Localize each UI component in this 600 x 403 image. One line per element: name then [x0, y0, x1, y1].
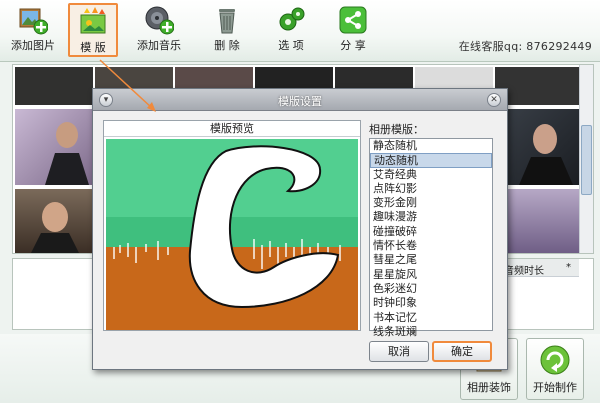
template-list-item[interactable]: 变形金刚: [370, 196, 492, 210]
trash-icon: [212, 5, 242, 35]
dialog-title: 模版设置: [278, 95, 322, 108]
add-picture-button[interactable]: 添加图片: [8, 3, 58, 57]
template-preview-canvas: [106, 139, 358, 330]
thumbnail-scrollbar[interactable]: [579, 65, 593, 253]
album-templates-list[interactable]: 静态随机 动态随机 艾奇经典 点阵幻影 变形金刚 趣味漫游 碰撞破碎 情怀长卷 彗星之尾 星星旋风…: [369, 138, 493, 338]
album-decoration-label: 相册装饰: [467, 381, 511, 394]
template-list-item[interactable]: 色彩迷幻: [370, 282, 492, 296]
cancel-button[interactable]: 取消: [369, 341, 429, 362]
options-label: 选 项: [278, 39, 304, 52]
photo-thumbnail[interactable]: [15, 67, 93, 105]
gear-icon: [276, 5, 306, 35]
share-button[interactable]: 分 享: [328, 3, 378, 57]
template-list-item[interactable]: 彗星之尾: [370, 253, 492, 267]
template-list-item[interactable]: 动态随机: [370, 153, 492, 168]
main-toolbar: 添加图片 模 版 添加音乐 删 除 选 项 分 享 在线客服qq: 876292…: [0, 0, 600, 62]
ok-button[interactable]: 确定: [432, 341, 492, 362]
template-label: 模 版: [80, 41, 106, 54]
template-icon: [78, 7, 108, 37]
dialog-title-bar[interactable]: ▾ 模版设置 ✕: [93, 89, 507, 111]
scrollbar-thumb[interactable]: [581, 125, 592, 195]
start-making-label: 开始制作: [533, 381, 577, 394]
template-list-item[interactable]: 趣味漫游: [370, 210, 492, 224]
template-list-item[interactable]: 艾奇经典: [370, 168, 492, 182]
template-list-item[interactable]: 线条斑斓: [370, 325, 492, 339]
add-picture-icon: [18, 5, 49, 35]
album-templates-label: 相册模版：: [369, 123, 424, 136]
refresh-arrow-icon: [538, 343, 572, 377]
share-icon: [338, 5, 368, 35]
close-icon[interactable]: ✕: [487, 93, 501, 107]
template-list-item[interactable]: 静态随机: [370, 139, 492, 153]
add-music-button[interactable]: 添加音乐: [134, 3, 184, 57]
add-picture-label: 添加图片: [11, 39, 55, 52]
share-label: 分 享: [340, 39, 366, 52]
delete-label: 删 除: [214, 39, 240, 52]
star-column-header[interactable]: *: [566, 262, 571, 273]
add-music-label: 添加音乐: [137, 39, 181, 52]
add-music-icon: [144, 5, 175, 35]
template-preview-panel: 模版预览: [103, 120, 361, 331]
delete-button[interactable]: 删 除: [202, 3, 252, 57]
photo-thumbnail[interactable]: [15, 109, 93, 185]
options-button[interactable]: 选 项: [266, 3, 316, 57]
music-list-header: 音频时长 *: [499, 259, 579, 277]
template-list-item[interactable]: 点阵幻影: [370, 182, 492, 196]
photo-thumbnail[interactable]: [15, 189, 93, 253]
template-preview-caption: 模版预览: [104, 121, 360, 137]
online-support-qq: 在线客服qq: 876292449: [458, 40, 592, 53]
template-list-item[interactable]: 时钟印象: [370, 296, 492, 310]
template-list-item[interactable]: 书本记忆: [370, 311, 492, 325]
template-button[interactable]: 模 版: [68, 3, 118, 57]
template-list-item[interactable]: 星星旋风: [370, 268, 492, 282]
audio-duration-column-header[interactable]: 音频时长: [504, 262, 544, 277]
start-making-button[interactable]: 开始制作: [526, 338, 584, 400]
template-list-item[interactable]: 碰撞破碎: [370, 225, 492, 239]
template-list-item[interactable]: 情怀长卷: [370, 239, 492, 253]
template-settings-dialog: ▾ 模版设置 ✕ 模版预览 相册模版： 静态随机 动态随机 艾奇经典 点阵幻影 …: [92, 88, 508, 370]
